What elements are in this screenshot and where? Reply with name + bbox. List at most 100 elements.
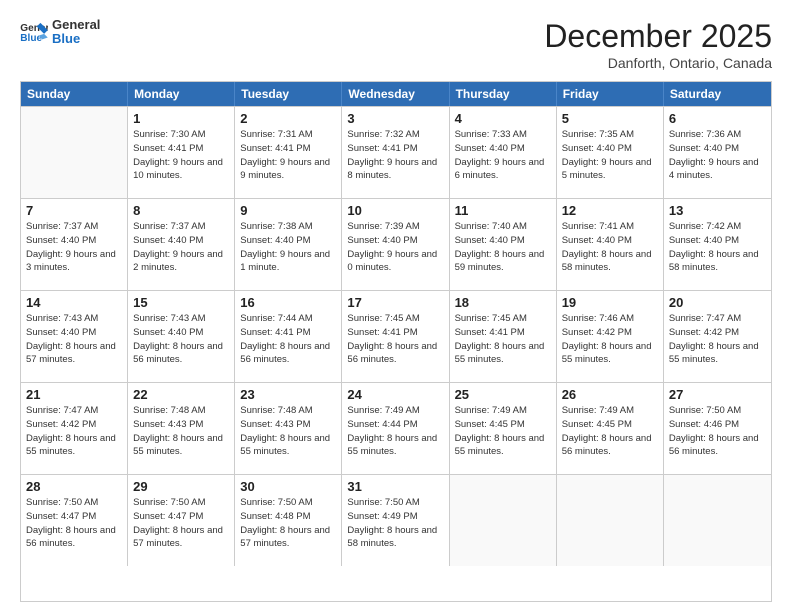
calendar-cell: 19 Sunrise: 7:46 AMSunset: 4:42 PMDayligh… xyxy=(557,291,664,382)
day-number: 5 xyxy=(562,111,658,126)
day-number: 1 xyxy=(133,111,229,126)
calendar-cell: 16Sunrise: 7:44 AMSunset: 4:41 PMDayligh… xyxy=(235,291,342,382)
calendar-cell: 3 Sunrise: 7:32 AMSunset: 4:41 PMDaylight… xyxy=(342,107,449,198)
calendar-cell: 25 Sunrise: 7:49 AMSunset: 4:45 PMDayligh… xyxy=(450,383,557,474)
page: General Blue General Blue December 2025 … xyxy=(0,0,792,612)
calendar-week: 21 Sunrise: 7:47 AMSunset: 4:42 PMDayligh… xyxy=(21,382,771,474)
header: General Blue General Blue December 2025 … xyxy=(20,18,772,71)
day-info: Sunrise: 7:45 AMSunset: 4:41 PMDaylight:… xyxy=(347,312,443,367)
day-number: 22 xyxy=(133,387,229,402)
calendar-cell: 5 Sunrise: 7:35 AMSunset: 4:40 PMDaylight… xyxy=(557,107,664,198)
day-info: Sunrise: 7:43 AMSunset: 4:40 PMDaylight:… xyxy=(133,312,229,367)
calendar-cell: 18Sunrise: 7:45 AMSunset: 4:41 PMDayligh… xyxy=(450,291,557,382)
weekday-header: Sunday xyxy=(21,82,128,106)
day-number: 25 xyxy=(455,387,551,402)
title-block: December 2025 Danforth, Ontario, Canada xyxy=(544,18,772,71)
day-info: Sunrise: 7:32 AMSunset: 4:41 PMDaylight:… xyxy=(347,128,443,183)
day-number: 30 xyxy=(240,479,336,494)
calendar-cell: 2 Sunrise: 7:31 AMSunset: 4:41 PMDaylight… xyxy=(235,107,342,198)
day-info: Sunrise: 7:48 AMSunset: 4:43 PMDaylight:… xyxy=(240,404,336,459)
day-info: Sunrise: 7:49 AMSunset: 4:45 PMDaylight:… xyxy=(455,404,551,459)
calendar-cell: 22 Sunrise: 7:48 AMSunset: 4:43 PMDayligh… xyxy=(128,383,235,474)
calendar-week: 1 Sunrise: 7:30 AMSunset: 4:41 PMDaylight… xyxy=(21,106,771,198)
day-number: 18 xyxy=(455,295,551,310)
day-info: Sunrise: 7:33 AMSunset: 4:40 PMDaylight:… xyxy=(455,128,551,183)
day-number: 17 xyxy=(347,295,443,310)
day-info: Sunrise: 7:43 AMSunset: 4:40 PMDaylight:… xyxy=(26,312,122,367)
day-number: 24 xyxy=(347,387,443,402)
day-info: Sunrise: 7:50 AMSunset: 4:49 PMDaylight:… xyxy=(347,496,443,551)
day-number: 8 xyxy=(133,203,229,218)
day-number: 3 xyxy=(347,111,443,126)
calendar-cell: 30 Sunrise: 7:50 AMSunset: 4:48 PMDayligh… xyxy=(235,475,342,566)
day-info: Sunrise: 7:41 AMSunset: 4:40 PMDaylight:… xyxy=(562,220,658,275)
day-info: Sunrise: 7:39 AMSunset: 4:40 PMDaylight:… xyxy=(347,220,443,275)
day-number: 13 xyxy=(669,203,766,218)
calendar-cell xyxy=(664,475,771,566)
calendar-cell: 15 Sunrise: 7:43 AMSunset: 4:40 PMDayligh… xyxy=(128,291,235,382)
day-number: 23 xyxy=(240,387,336,402)
day-number: 29 xyxy=(133,479,229,494)
calendar-header: SundayMondayTuesdayWednesdayThursdayFrid… xyxy=(21,82,771,106)
weekday-header: Tuesday xyxy=(235,82,342,106)
calendar-cell xyxy=(557,475,664,566)
calendar-cell: 28Sunrise: 7:50 AMSunset: 4:47 PMDayligh… xyxy=(21,475,128,566)
calendar-cell xyxy=(450,475,557,566)
day-info: Sunrise: 7:49 AMSunset: 4:45 PMDaylight:… xyxy=(562,404,658,459)
day-info: Sunrise: 7:36 AMSunset: 4:40 PMDaylight:… xyxy=(669,128,766,183)
calendar-cell: 24Sunrise: 7:49 AMSunset: 4:44 PMDayligh… xyxy=(342,383,449,474)
calendar-cell: 17 Sunrise: 7:45 AMSunset: 4:41 PMDayligh… xyxy=(342,291,449,382)
weekday-header: Saturday xyxy=(664,82,771,106)
day-number: 15 xyxy=(133,295,229,310)
day-number: 11 xyxy=(455,203,551,218)
day-info: Sunrise: 7:44 AMSunset: 4:41 PMDaylight:… xyxy=(240,312,336,367)
weekday-header: Monday xyxy=(128,82,235,106)
day-number: 2 xyxy=(240,111,336,126)
day-number: 4 xyxy=(455,111,551,126)
calendar-cell: 14 Sunrise: 7:43 AMSunset: 4:40 PMDayligh… xyxy=(21,291,128,382)
logo-general: General xyxy=(52,18,100,32)
day-number: 28 xyxy=(26,479,122,494)
calendar-cell: 29Sunrise: 7:50 AMSunset: 4:47 PMDayligh… xyxy=(128,475,235,566)
calendar-cell: 20 Sunrise: 7:47 AMSunset: 4:42 PMDayligh… xyxy=(664,291,771,382)
day-info: Sunrise: 7:30 AMSunset: 4:41 PMDaylight:… xyxy=(133,128,229,183)
weekday-header: Thursday xyxy=(450,82,557,106)
day-number: 27 xyxy=(669,387,766,402)
calendar-body: 1 Sunrise: 7:30 AMSunset: 4:41 PMDaylight… xyxy=(21,106,771,566)
calendar-cell: 23 Sunrise: 7:48 AMSunset: 4:43 PMDayligh… xyxy=(235,383,342,474)
day-info: Sunrise: 7:48 AMSunset: 4:43 PMDaylight:… xyxy=(133,404,229,459)
day-number: 9 xyxy=(240,203,336,218)
day-number: 6 xyxy=(669,111,766,126)
calendar-cell: 26 Sunrise: 7:49 AMSunset: 4:45 PMDayligh… xyxy=(557,383,664,474)
day-number: 10 xyxy=(347,203,443,218)
calendar: SundayMondayTuesdayWednesdayThursdayFrid… xyxy=(20,81,772,602)
day-info: Sunrise: 7:37 AMSunset: 4:40 PMDaylight:… xyxy=(26,220,122,275)
day-number: 14 xyxy=(26,295,122,310)
weekday-header: Friday xyxy=(557,82,664,106)
day-info: Sunrise: 7:47 AMSunset: 4:42 PMDaylight:… xyxy=(26,404,122,459)
day-info: Sunrise: 7:35 AMSunset: 4:40 PMDaylight:… xyxy=(562,128,658,183)
day-number: 26 xyxy=(562,387,658,402)
day-number: 19 xyxy=(562,295,658,310)
day-info: Sunrise: 7:50 AMSunset: 4:48 PMDaylight:… xyxy=(240,496,336,551)
calendar-cell: 27Sunrise: 7:50 AMSunset: 4:46 PMDayligh… xyxy=(664,383,771,474)
day-info: Sunrise: 7:31 AMSunset: 4:41 PMDaylight:… xyxy=(240,128,336,183)
calendar-cell xyxy=(21,107,128,198)
logo-blue: Blue xyxy=(52,32,100,46)
calendar-cell: 1 Sunrise: 7:30 AMSunset: 4:41 PMDaylight… xyxy=(128,107,235,198)
svg-text:Blue: Blue xyxy=(20,33,42,43)
day-number: 20 xyxy=(669,295,766,310)
calendar-cell: 11Sunrise: 7:40 AMSunset: 4:40 PMDayligh… xyxy=(450,199,557,290)
calendar-cell: 12Sunrise: 7:41 AMSunset: 4:40 PMDayligh… xyxy=(557,199,664,290)
day-info: Sunrise: 7:47 AMSunset: 4:42 PMDaylight:… xyxy=(669,312,766,367)
calendar-cell: 31Sunrise: 7:50 AMSunset: 4:49 PMDayligh… xyxy=(342,475,449,566)
day-info: Sunrise: 7:46 AMSunset: 4:42 PMDaylight:… xyxy=(562,312,658,367)
location: Danforth, Ontario, Canada xyxy=(544,55,772,71)
weekday-header: Wednesday xyxy=(342,82,449,106)
calendar-cell: 13Sunrise: 7:42 AMSunset: 4:40 PMDayligh… xyxy=(664,199,771,290)
calendar-week: 7Sunrise: 7:37 AMSunset: 4:40 PMDaylight… xyxy=(21,198,771,290)
calendar-cell: 21 Sunrise: 7:47 AMSunset: 4:42 PMDayligh… xyxy=(21,383,128,474)
month-title: December 2025 xyxy=(544,18,772,55)
logo-icon: General Blue xyxy=(20,21,48,43)
day-number: 21 xyxy=(26,387,122,402)
